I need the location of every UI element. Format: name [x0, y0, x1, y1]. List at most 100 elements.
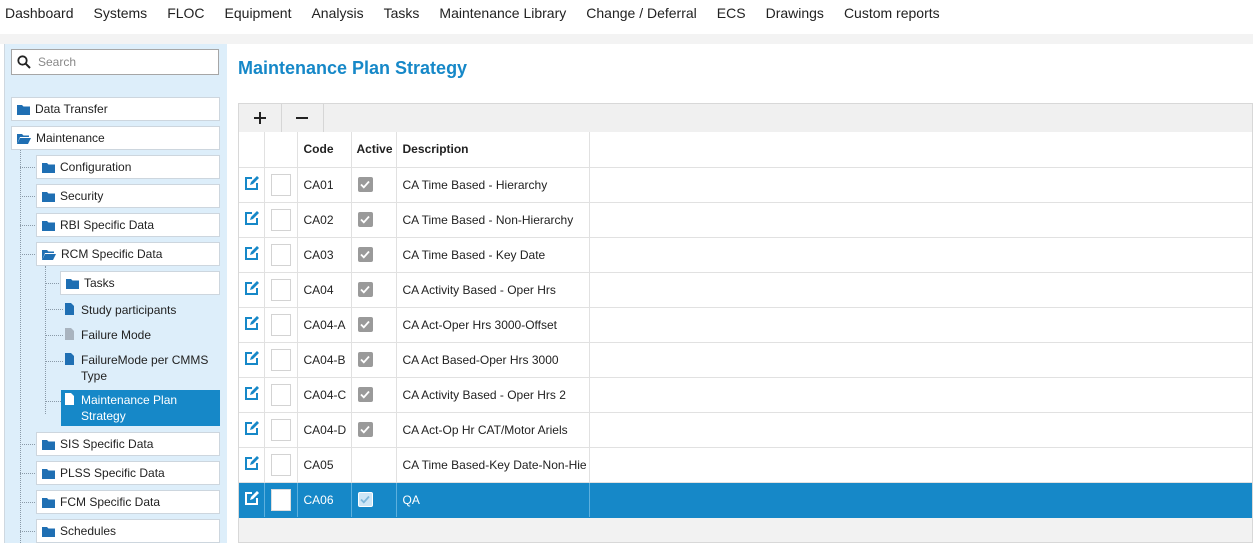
table-row[interactable]: CA04-B CA Act Based-Oper Hrs 3000: [239, 342, 1252, 378]
nav-floc[interactable]: FLOC: [167, 0, 204, 21]
tree-node-fcm[interactable]: FCM Specific Data: [36, 490, 220, 514]
nav-analysis[interactable]: Analysis: [311, 0, 363, 21]
search-icon: [17, 55, 31, 69]
tree-leaf-maintenance-plan-strategy[interactable]: Maintenance Plan Strategy: [61, 390, 220, 426]
row-select-box[interactable]: [270, 383, 291, 406]
select-cell: [264, 202, 298, 238]
remove-row-button[interactable]: [281, 104, 324, 132]
edit-icon[interactable]: [244, 420, 259, 436]
tree-node-label: Data Transfer: [35, 102, 108, 116]
edit-icon[interactable]: [244, 245, 259, 261]
table-row[interactable]: CA01 CA Time Based - Hierarchy: [239, 167, 1252, 203]
row-select-box[interactable]: [270, 278, 291, 301]
header-description[interactable]: Description: [396, 132, 590, 168]
folder-icon: [42, 468, 55, 479]
select-cell: [264, 272, 298, 308]
data-grid: Code Active Description CA01 CA Time Base…: [238, 103, 1253, 543]
tree-node-label: Configuration: [60, 160, 132, 174]
edit-cell: [239, 412, 265, 448]
search-input[interactable]: [36, 54, 210, 70]
tree-leaf-label-line: Type: [81, 369, 108, 383]
folder-open-icon: [42, 249, 56, 260]
edit-cell: [239, 272, 265, 308]
page-title: Maintenance Plan Strategy: [238, 58, 468, 78]
edit-icon[interactable]: [244, 455, 259, 471]
table-row[interactable]: CA03 CA Time Based - Key Date: [239, 237, 1252, 273]
tree-leaf-study-participants[interactable]: Study participants: [65, 302, 176, 318]
tree-node-rbi[interactable]: RBI Specific Data: [36, 213, 220, 237]
active-checkbox[interactable]: [357, 317, 373, 332]
tree-node-rcm[interactable]: RCM Specific Data: [36, 242, 220, 266]
active-checkbox[interactable]: [357, 492, 373, 507]
active-checkbox[interactable]: [357, 247, 373, 262]
edit-icon[interactable]: [244, 210, 259, 226]
grid-body: CA01 CA Time Based - Hierarchy CA02 CA Time…: [239, 167, 1252, 518]
sidebar-tree: Data Transfer Maintenance Configuration …: [4, 44, 228, 543]
nav-maintenance-library[interactable]: Maintenance Library: [439, 0, 566, 21]
table-row[interactable]: CA04 CA Activity Based - Oper Hrs: [239, 272, 1252, 308]
header-code[interactable]: Code: [297, 132, 352, 168]
active-checkbox[interactable]: [357, 387, 373, 402]
active-checkbox[interactable]: [357, 282, 373, 297]
active-checkbox[interactable]: [357, 212, 373, 227]
tree-node-label: Schedules: [60, 524, 117, 538]
description-cell: CA Time Based-Key Date-Non-Hie: [396, 447, 590, 483]
tree-leaf-failure-mode[interactable]: Failure Mode: [65, 327, 151, 343]
grid-header-row: Code Active Description: [239, 132, 1252, 168]
search-box[interactable]: [11, 49, 219, 75]
tree-guide: [45, 401, 61, 402]
nav-dashboard[interactable]: Dashboard: [5, 0, 74, 21]
nav-ecs[interactable]: ECS: [717, 0, 746, 21]
active-checkbox[interactable]: [357, 422, 373, 437]
edit-icon[interactable]: [244, 385, 259, 401]
edit-icon[interactable]: [244, 490, 259, 506]
tree-guide: [20, 531, 35, 532]
nav-custom-reports[interactable]: Custom reports: [844, 0, 940, 21]
table-row[interactable]: CA04-C CA Activity Based - Oper Hrs 2: [239, 377, 1252, 413]
edit-icon[interactable]: [244, 175, 259, 191]
header-active[interactable]: Active: [351, 132, 397, 168]
table-row[interactable]: CA02 CA Time Based - Non-Hierarchy: [239, 202, 1252, 238]
edit-icon[interactable]: [244, 315, 259, 331]
tree-node-maintenance[interactable]: Maintenance: [11, 126, 220, 150]
row-select-box[interactable]: [270, 348, 291, 371]
table-row[interactable]: CA04-D CA Act-Op Hr CAT/Motor Ariels: [239, 412, 1252, 448]
tree-node-label: FCM Specific Data: [60, 495, 161, 509]
table-row[interactable]: CA06 QA: [239, 482, 1252, 518]
tree-node-sis[interactable]: SIS Specific Data: [36, 432, 220, 456]
nav-tasks[interactable]: Tasks: [384, 0, 420, 21]
tree-node-tasks[interactable]: Tasks: [60, 271, 220, 295]
nav-drawings[interactable]: Drawings: [766, 0, 824, 21]
table-row[interactable]: CA05 CA Time Based-Key Date-Non-Hie: [239, 447, 1252, 483]
tree-node-schedules[interactable]: Schedules: [36, 519, 220, 543]
edit-icon[interactable]: [244, 280, 259, 296]
header-select: [264, 132, 298, 168]
tree-guide: [45, 335, 63, 336]
add-row-button[interactable]: [239, 104, 282, 132]
nav-systems[interactable]: Systems: [94, 0, 148, 21]
nav-equipment[interactable]: Equipment: [225, 0, 292, 21]
nav-change-deferral[interactable]: Change / Deferral: [586, 0, 697, 21]
tree-node-data-transfer[interactable]: Data Transfer: [11, 97, 220, 121]
row-select-box[interactable]: [270, 243, 291, 266]
description-cell: CA Act-Op Hr CAT/Motor Ariels: [396, 412, 590, 448]
description-cell: CA Time Based - Hierarchy: [396, 167, 590, 203]
document-icon: [65, 303, 74, 318]
row-select-box[interactable]: [270, 313, 291, 336]
tree-leaf-failuremode-cmms[interactable]: FailureMode per CMMS Type: [65, 352, 208, 384]
tree-guide: [45, 266, 46, 414]
filler-cell: [589, 202, 1252, 238]
tree-node-security[interactable]: Security: [36, 184, 220, 208]
row-select-box[interactable]: [270, 453, 291, 476]
row-select-box[interactable]: [270, 418, 291, 441]
tree-node-configuration[interactable]: Configuration: [36, 155, 220, 179]
row-select-box[interactable]: [270, 173, 291, 196]
row-select-box[interactable]: [270, 208, 291, 231]
tree-guide: [45, 309, 63, 310]
table-row[interactable]: CA04-A CA Act-Oper Hrs 3000-Offset: [239, 307, 1252, 343]
edit-icon[interactable]: [244, 350, 259, 366]
active-checkbox[interactable]: [357, 352, 373, 367]
row-select-box[interactable]: [270, 488, 291, 511]
tree-node-plss[interactable]: PLSS Specific Data: [36, 461, 220, 485]
active-checkbox[interactable]: [357, 177, 373, 192]
